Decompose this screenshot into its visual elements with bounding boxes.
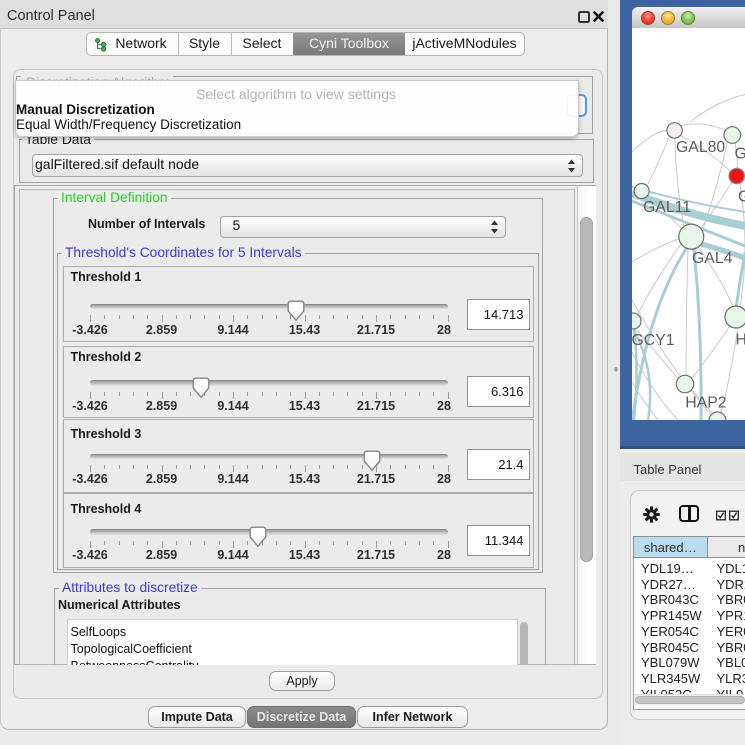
svg-text:H: H xyxy=(736,332,745,349)
svg-text:GA: GA xyxy=(735,146,745,163)
svg-text:GAL80: GAL80 xyxy=(676,139,725,156)
svg-text:GAL11: GAL11 xyxy=(643,199,691,216)
svg-text:G: G xyxy=(738,189,745,206)
svg-text:HAP2: HAP2 xyxy=(685,395,726,412)
svg-text:GCY1: GCY1 xyxy=(632,332,675,349)
svg-text:GAL4: GAL4 xyxy=(692,250,733,267)
